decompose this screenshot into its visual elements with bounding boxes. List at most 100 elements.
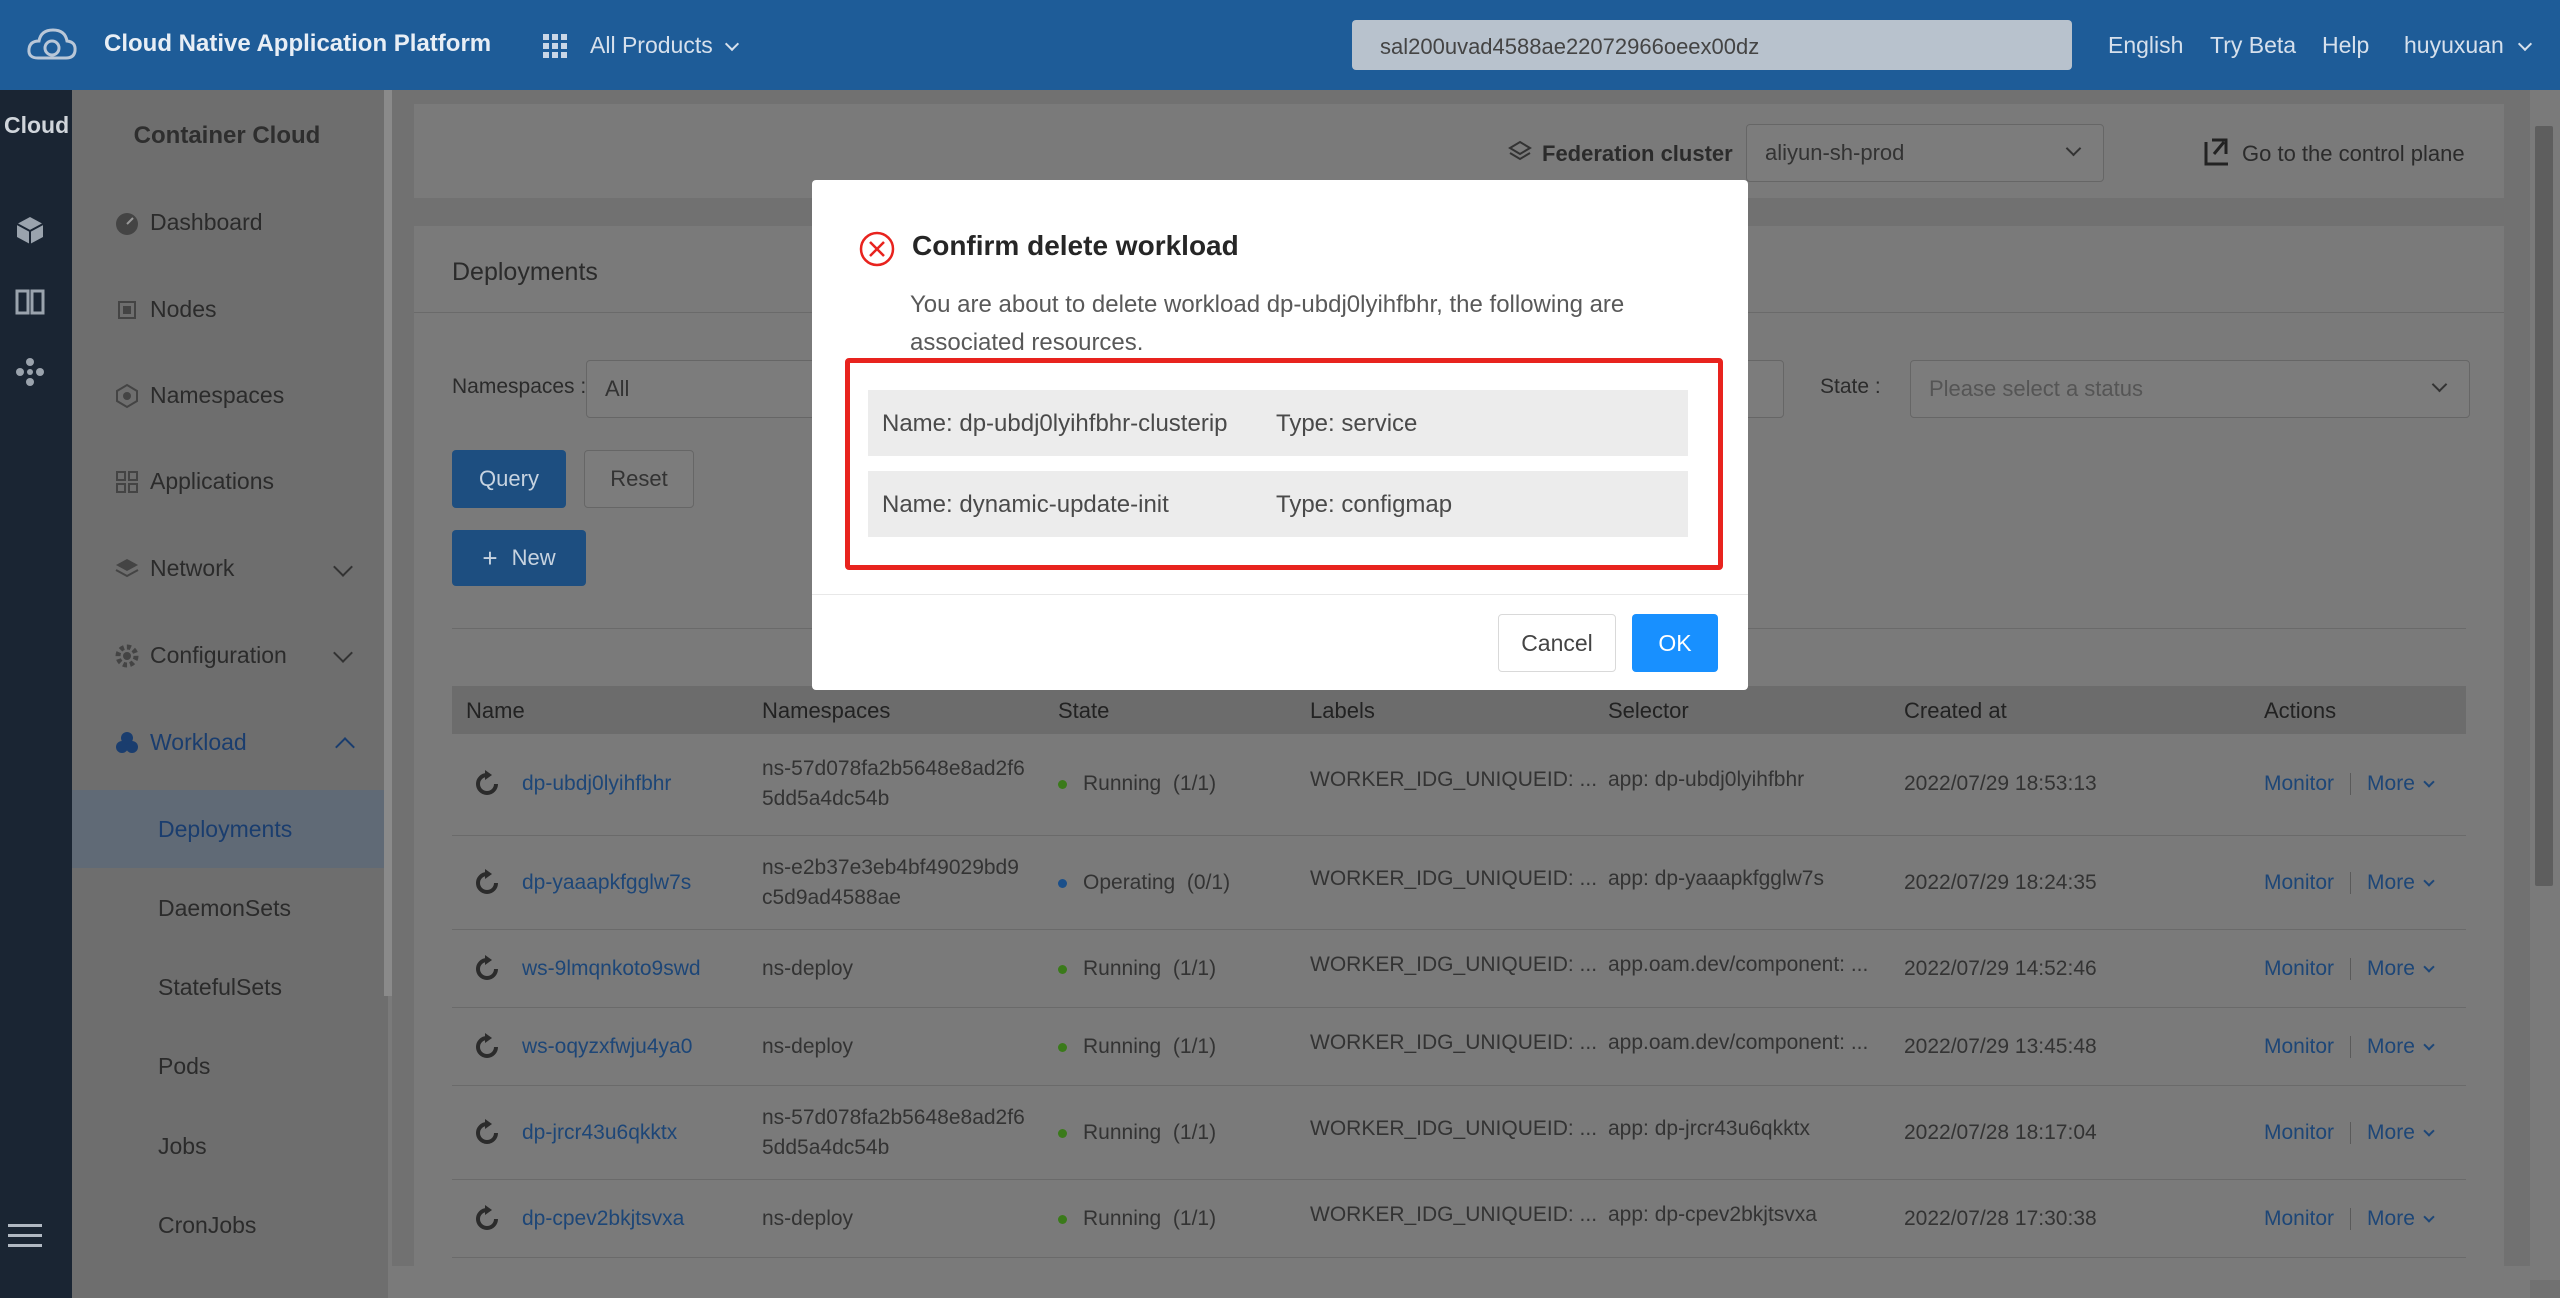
monitor-link[interactable]: Monitor bbox=[2264, 1121, 2334, 1144]
sidebar-item-label: Namespaces bbox=[150, 382, 285, 408]
state-placeholder: Please select a status bbox=[1929, 376, 2144, 401]
sidebar-item-deployments[interactable]: Deployments bbox=[158, 816, 292, 843]
created-at-cell: 2022/07/28 17:30:38 bbox=[1904, 1207, 2097, 1230]
sidebar-item-daemonsets[interactable]: DaemonSets bbox=[158, 895, 291, 922]
cloud-logo-icon[interactable] bbox=[26, 24, 78, 64]
cube-icon[interactable] bbox=[14, 214, 46, 246]
sidebar-item-configuration[interactable]: Configuration bbox=[114, 642, 287, 669]
try-beta-link[interactable]: Try Beta bbox=[2210, 32, 2296, 59]
new-button[interactable]: + New bbox=[452, 530, 586, 586]
sidebar-item-jobs[interactable]: Jobs bbox=[158, 1133, 207, 1160]
sidebar-item-pods[interactable]: Pods bbox=[158, 1053, 210, 1080]
deployment-name-link[interactable]: dp-jrcr43u6qkktx bbox=[522, 1118, 677, 1148]
namespaces-select[interactable]: All bbox=[586, 360, 826, 418]
refresh-icon[interactable] bbox=[472, 1204, 502, 1234]
deployment-name-link[interactable]: dp-yaaapkfgglw7s bbox=[522, 868, 691, 898]
monitor-link[interactable]: Monitor bbox=[2264, 957, 2334, 980]
col-name[interactable]: Name bbox=[466, 698, 525, 724]
monitor-link[interactable]: Monitor bbox=[2264, 1207, 2334, 1230]
horizontal-scrollbar[interactable] bbox=[392, 1266, 2530, 1298]
more-label: More bbox=[2367, 1035, 2415, 1058]
more-menu[interactable]: More bbox=[2367, 1121, 2435, 1144]
sidebar-item-nodes[interactable]: Nodes bbox=[114, 296, 216, 323]
menu-icon[interactable] bbox=[8, 1224, 42, 1254]
book-icon[interactable] bbox=[14, 286, 46, 318]
new-button-label: New bbox=[511, 545, 556, 570]
cancel-button[interactable]: Cancel bbox=[1498, 614, 1616, 672]
refresh-icon[interactable] bbox=[472, 1118, 502, 1148]
control-plane-link[interactable]: Go to the control plane bbox=[2242, 141, 2465, 167]
state-filter-label: State : bbox=[1820, 375, 1881, 398]
refresh-icon[interactable] bbox=[472, 1032, 502, 1062]
col-created-at[interactable]: Created at bbox=[1904, 698, 2007, 724]
more-menu[interactable]: More bbox=[2367, 957, 2435, 980]
namespaces-filter-label: Namespaces : bbox=[452, 375, 587, 398]
more-menu[interactable]: More bbox=[2367, 772, 2435, 795]
namespace-line: ns-deploy bbox=[762, 1035, 854, 1058]
col-labels[interactable]: Labels bbox=[1310, 698, 1375, 724]
deployment-name-link[interactable]: dp-cpev2bkjtsvxa bbox=[522, 1204, 684, 1234]
col-selector[interactable]: Selector bbox=[1608, 698, 1689, 724]
federation-label: Federation cluster bbox=[1542, 141, 1733, 166]
layers-icon bbox=[1508, 140, 1532, 161]
refresh-icon[interactable] bbox=[472, 769, 502, 799]
scrollbar-thumb[interactable] bbox=[2535, 126, 2553, 886]
query-button[interactable]: Query bbox=[452, 450, 566, 508]
chevron-down-icon bbox=[2423, 875, 2435, 887]
replica-count: (1/1) bbox=[1172, 957, 1217, 980]
sidebar-item-dashboard[interactable]: Dashboard bbox=[114, 209, 263, 236]
deployment-name-link[interactable]: ws-9lmqnkoto9swd bbox=[522, 954, 701, 984]
deployment-name-link[interactable]: dp-ubdj0lyihfbhr bbox=[522, 769, 671, 799]
deployment-name-link[interactable]: ws-oqyzxfwju4ya0 bbox=[522, 1032, 692, 1062]
sidebar-item-label: Configuration bbox=[150, 642, 287, 668]
table-header: Name Namespaces State Labels Selector Cr… bbox=[452, 686, 2466, 734]
state-cell: Running (1/1) bbox=[1058, 769, 1216, 799]
search-input[interactable]: sal200uvad4588ae22072966oeex00dz bbox=[1352, 20, 2072, 70]
sidebar-item-workload[interactable]: Workload bbox=[114, 729, 247, 756]
sidebar-item-network[interactable]: Network bbox=[114, 555, 234, 582]
ok-button[interactable]: OK bbox=[1632, 614, 1718, 672]
actions-cell: Monitor More bbox=[2264, 868, 2435, 898]
cluster-select[interactable]: aliyun-sh-prod bbox=[1746, 124, 2104, 182]
selector-cell: app.oam.dev/component: ... bbox=[1608, 953, 1869, 976]
hexagon-icon bbox=[116, 383, 138, 408]
app-title[interactable]: Cloud Native Application Platform bbox=[104, 30, 491, 58]
state-select[interactable]: Please select a status bbox=[1910, 360, 2470, 418]
labels-cell: WORKER_IDG_UNIQUEID: ... bbox=[1310, 867, 1598, 890]
labels-cell: WORKER_IDG_UNIQUEID: ... bbox=[1310, 1203, 1598, 1226]
monitor-link[interactable]: Monitor bbox=[2264, 772, 2334, 795]
language-link[interactable]: English bbox=[2108, 32, 2183, 59]
refresh-icon[interactable] bbox=[472, 954, 502, 984]
action-separator bbox=[2350, 958, 2352, 981]
monitor-link[interactable]: Monitor bbox=[2264, 1035, 2334, 1058]
plus-icon: + bbox=[482, 542, 498, 573]
reset-button[interactable]: Reset bbox=[584, 450, 694, 508]
export-icon[interactable] bbox=[2202, 136, 2230, 166]
chevron-down-icon bbox=[2423, 776, 2435, 788]
sidebar-scrollbar[interactable] bbox=[384, 90, 392, 996]
apps-grid-icon[interactable] bbox=[543, 34, 567, 58]
sidebar-item-statefulsets[interactable]: StatefulSets bbox=[158, 974, 282, 1001]
gear-icon bbox=[115, 644, 139, 667]
refresh-icon[interactable] bbox=[472, 868, 502, 898]
action-separator bbox=[2350, 872, 2352, 895]
user-menu[interactable]: huyuxuan bbox=[2404, 32, 2533, 59]
more-menu[interactable]: More bbox=[2367, 871, 2435, 894]
sidebar-item-namespaces[interactable]: Namespaces bbox=[114, 382, 284, 409]
monitor-link[interactable]: Monitor bbox=[2264, 871, 2334, 894]
actions-cell: Monitor More bbox=[2264, 1204, 2435, 1234]
all-products-menu[interactable]: All Products bbox=[590, 32, 740, 59]
more-menu[interactable]: More bbox=[2367, 1035, 2435, 1058]
col-namespaces[interactable]: Namespaces bbox=[762, 698, 890, 724]
resource-row: Name: dynamic-update-init Type: configma… bbox=[868, 471, 1688, 537]
sidebar-item-cronjobs[interactable]: CronJobs bbox=[158, 1212, 256, 1239]
cluster-icon[interactable] bbox=[14, 356, 46, 388]
more-menu[interactable]: More bbox=[2367, 1207, 2435, 1230]
page-title: Deployments bbox=[452, 258, 598, 286]
dialog-message: You are about to delete workload dp-ubdj… bbox=[910, 291, 1625, 356]
sidebar-item-applications[interactable]: Applications bbox=[114, 468, 274, 495]
col-state[interactable]: State bbox=[1058, 698, 1109, 724]
chevron-down-icon bbox=[2423, 961, 2435, 973]
actions-cell: Monitor More bbox=[2264, 769, 2435, 799]
help-link[interactable]: Help bbox=[2322, 32, 2369, 59]
